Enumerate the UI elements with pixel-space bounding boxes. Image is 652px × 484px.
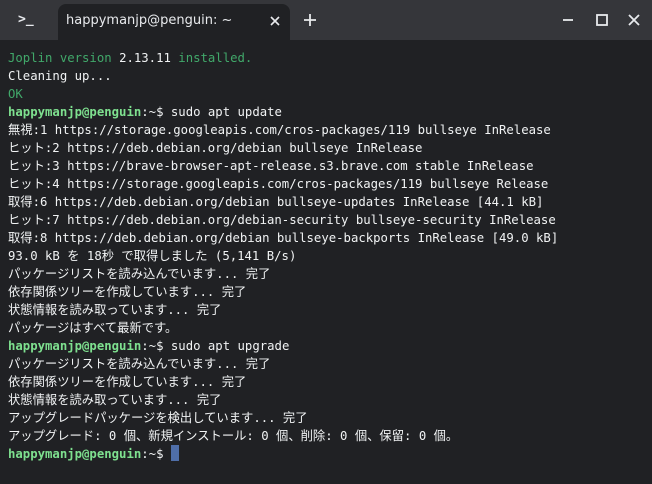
prompt-user: happymanjp@penguin — [8, 105, 142, 119]
output-text: installed. — [170, 51, 253, 65]
output-line: アップグレードパッケージを検出しています... 完了 — [8, 411, 308, 425]
close-icon[interactable] — [624, 10, 644, 30]
output-line: OK — [8, 87, 23, 101]
command-text: sudo apt update — [163, 105, 282, 119]
output-line: パッケージリストを読み込んでいます... 完了 — [8, 357, 271, 371]
output-line: Cleaning up... — [8, 69, 112, 83]
output-text: Joplin version — [8, 51, 120, 65]
output-text: 2.13.11 — [119, 51, 171, 65]
plus-icon[interactable] — [300, 10, 320, 30]
title-bar: >_ happymanjp@penguin: ~ — [0, 0, 652, 40]
prompt-user: happymanjp@penguin — [8, 339, 142, 353]
output-line: 無視:1 https://storage.googleapis.com/cros… — [8, 123, 551, 137]
close-icon[interactable] — [266, 12, 284, 30]
output-line: 状態情報を読み取っています... 完了 — [8, 303, 222, 317]
prompt-user: happymanjp@penguin — [8, 447, 142, 461]
prompt-path: :~$ — [141, 105, 164, 119]
maximize-icon[interactable] — [592, 10, 612, 30]
output-line: 取得:6 https://deb.debian.org/debian bulls… — [8, 195, 544, 209]
command-line: happymanjp@penguin:~$ sudo apt upgrade — [8, 337, 289, 355]
terminal-window: >_ happymanjp@penguin: ~ Joplin version … — [0, 0, 652, 484]
output-line: パッケージリストを読み込んでいます... 完了 — [8, 267, 271, 281]
output-line: ヒット:7 https://deb.debian.org/debian-secu… — [8, 213, 556, 227]
command-text: sudo apt upgrade — [163, 339, 290, 353]
text-cursor[interactable] — [170, 445, 179, 461]
output-line: 依存関係ツリーを作成しています... 完了 — [8, 375, 247, 389]
minimize-icon[interactable] — [558, 10, 578, 30]
output-line: Joplin version 2.13.11 installed. — [8, 49, 252, 67]
output-line: アップグレード: 0 個、新規インストール: 0 個、削除: 0 個、保留: 0… — [8, 429, 459, 443]
output-line: ヒット:3 https://brave-browser-apt-release.… — [8, 159, 534, 173]
output-line: パッケージはすべて最新です。 — [8, 321, 178, 335]
prompt-path: :~$ — [141, 339, 164, 353]
terminal-icon[interactable]: >_ — [18, 10, 46, 30]
command-line: happymanjp@penguin:~$ sudo apt update — [8, 103, 282, 121]
output-line: ヒット:2 https://deb.debian.org/debian bull… — [8, 141, 423, 155]
command-line: happymanjp@penguin:~$ — [8, 445, 179, 463]
output-line: 依存関係ツリーを作成しています... 完了 — [8, 285, 247, 299]
output-line: ヒット:4 https://storage.googleapis.com/cro… — [8, 177, 549, 191]
prompt-path: :~$ — [141, 447, 164, 461]
output-line: 取得:8 https://deb.debian.org/debian bulls… — [8, 231, 559, 245]
tab-terminal[interactable]: happymanjp@penguin: ~ — [58, 4, 290, 40]
terminal-output[interactable]: Joplin version 2.13.11 installed. Cleani… — [0, 40, 652, 484]
output-line: 状態情報を読み取っています... 完了 — [8, 393, 222, 407]
tab-title: happymanjp@penguin: ~ — [66, 13, 233, 28]
output-line: 93.0 kB を 18秒 で取得しました (5,141 B/s) — [8, 249, 297, 263]
